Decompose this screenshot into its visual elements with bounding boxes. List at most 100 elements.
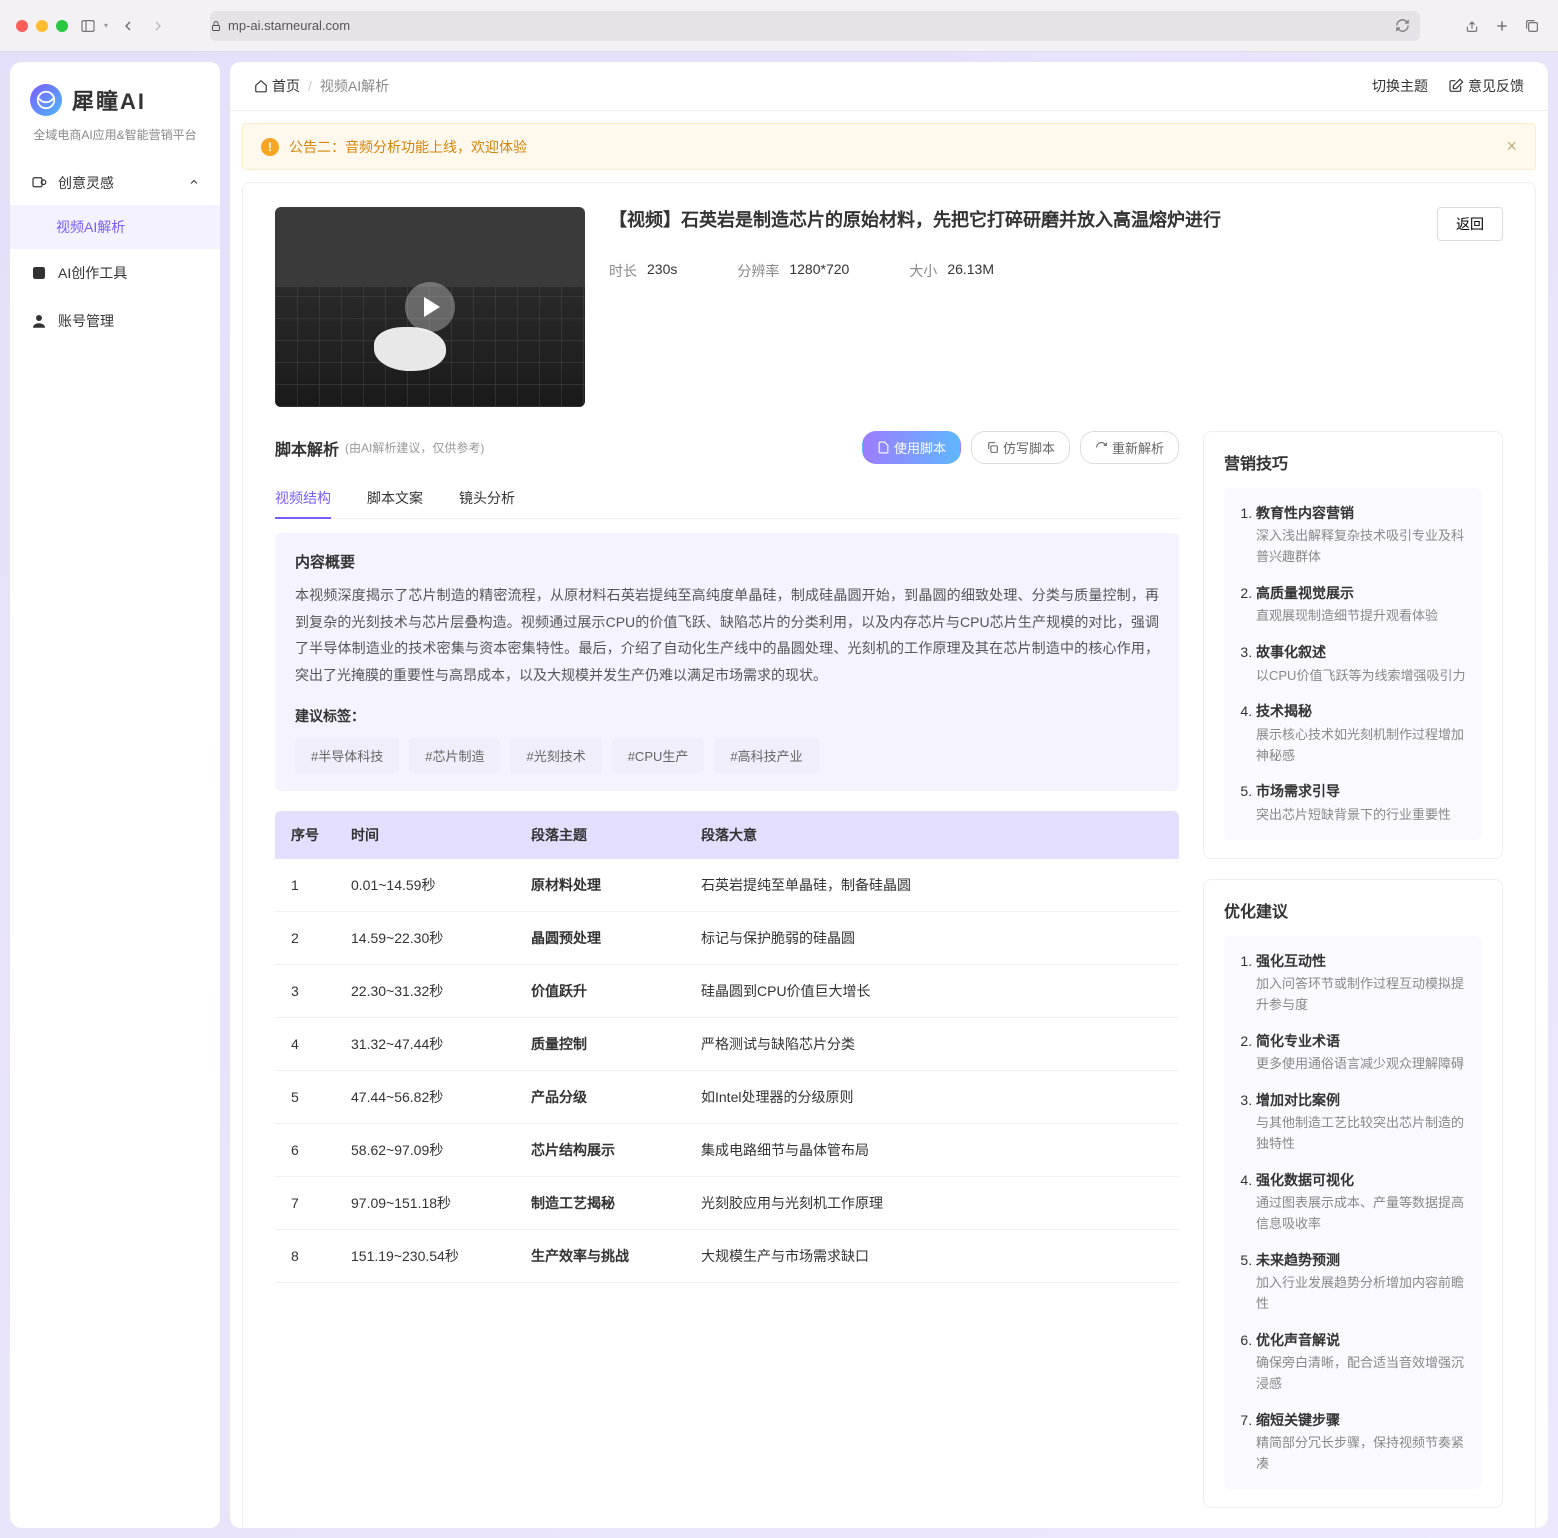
- brand-name: 犀瞳AI: [72, 84, 146, 116]
- video-header: 【视频】石英岩是制造芯片的原始材料，先把它打碎研磨并放入高温熔炉进行 返回 时长…: [275, 207, 1503, 407]
- nav-group-header-inspiration[interactable]: 创意灵感: [10, 161, 220, 205]
- breadcrumb: 首页 / 视频AI解析: [254, 76, 389, 96]
- theme-toggle[interactable]: 切换主题: [1372, 76, 1428, 96]
- table-row: 8151.19~230.54秒生产效率与挑战大规模生产与市场需求缺口: [275, 1230, 1179, 1283]
- copy-script-button[interactable]: 仿写脚本: [971, 431, 1070, 464]
- list-item: 高质量视觉展示直观展现制造细节提升观看体验: [1256, 582, 1468, 627]
- cell-topic: 原材料处理: [515, 859, 685, 912]
- cell-topic: 制造工艺揭秘: [515, 1177, 685, 1230]
- meta-resolution: 分辨率 1280*720: [737, 261, 849, 281]
- sidebar-toggle-icon[interactable]: [78, 16, 98, 36]
- overview-text: 本视频深度揭示了芯片制造的精密流程，从原材料石英岩提纯至高纯度单晶硅，制成硅晶圆…: [295, 582, 1159, 688]
- list-item-desc: 以CPU价值飞跃等为线索增强吸引力: [1256, 666, 1468, 687]
- list-item-desc: 确保旁白清晰，配合适当音效增强沉浸感: [1256, 1353, 1468, 1395]
- cell-index: 3: [275, 965, 335, 1018]
- share-icon[interactable]: [1462, 16, 1482, 36]
- sidebar-item-video-ai[interactable]: 视频AI解析: [10, 205, 220, 249]
- info-icon: !: [261, 138, 279, 156]
- breadcrumb-home[interactable]: 首页: [254, 76, 300, 96]
- edit-icon: [1448, 78, 1464, 94]
- tab-structure[interactable]: 视频结构: [275, 478, 331, 518]
- cell-index: 2: [275, 912, 335, 965]
- url-text: mp-ai.starneural.com: [228, 18, 350, 33]
- tag[interactable]: #高科技产业: [714, 738, 818, 773]
- list-item-title: 强化数据可视化: [1256, 1169, 1468, 1191]
- video-thumbnail[interactable]: [275, 207, 585, 407]
- marketing-list: 教育性内容营销深入浅出解释复杂技术吸引专业及科普兴趣群体高质量视觉展示直观展现制…: [1224, 488, 1482, 840]
- optimize-title: 优化建议: [1224, 898, 1482, 922]
- cell-topic: 生产效率与挑战: [515, 1230, 685, 1283]
- nav-forward-icon[interactable]: [148, 16, 168, 36]
- user-icon: [30, 312, 48, 330]
- list-item: 强化数据可视化通过图表展示成本、产量等数据提高信息吸收率: [1256, 1169, 1468, 1235]
- close-icon[interactable]: ×: [1506, 136, 1517, 157]
- list-item: 简化专业术语更多使用通俗语言减少观众理解障碍: [1256, 1030, 1468, 1075]
- th-desc: 段落大意: [685, 811, 1179, 859]
- url-bar[interactable]: mp-ai.starneural.com: [210, 11, 1420, 41]
- refresh-icon[interactable]: [1395, 18, 1410, 33]
- cell-index: 6: [275, 1124, 335, 1177]
- chevron-down-icon[interactable]: ▾: [104, 21, 108, 30]
- sidebar-item-label: AI创作工具: [58, 263, 127, 283]
- video-title: 【视频】石英岩是制造芯片的原始材料，先把它打碎研磨并放入高温熔炉进行: [609, 207, 1421, 234]
- breadcrumb-sep: /: [308, 78, 312, 94]
- window-maximize-icon[interactable]: [56, 20, 68, 32]
- list-item: 未来趋势预测加入行业发展趋势分析增加内容前瞻性: [1256, 1249, 1468, 1315]
- list-item-title: 市场需求引导: [1256, 780, 1468, 802]
- list-item-title: 故事化叙述: [1256, 641, 1468, 663]
- cell-desc: 石英岩提纯至单晶硅，制备硅晶圆: [685, 859, 1179, 912]
- play-icon[interactable]: [405, 282, 455, 332]
- cell-desc: 如Intel处理器的分级原则: [685, 1071, 1179, 1124]
- table-header-row: 序号 时间 段落主题 段落大意: [275, 811, 1179, 859]
- list-item-desc: 直观展现制造细节提升观看体验: [1256, 606, 1468, 627]
- cell-topic: 价值跃升: [515, 965, 685, 1018]
- video-info: 【视频】石英岩是制造芯片的原始材料，先把它打碎研磨并放入高温熔炉进行 返回 时长…: [609, 207, 1503, 407]
- tag[interactable]: #芯片制造: [409, 738, 500, 773]
- feedback-link[interactable]: 意见反馈: [1448, 76, 1524, 96]
- sidebar-item-account[interactable]: 账号管理: [10, 297, 220, 345]
- th-topic: 段落主题: [515, 811, 685, 859]
- window-minimize-icon[interactable]: [36, 20, 48, 32]
- use-script-button[interactable]: 使用脚本: [862, 431, 961, 464]
- nav-group-inspiration: 创意灵感 视频AI解析: [10, 161, 220, 249]
- tab-copy[interactable]: 脚本文案: [367, 478, 423, 518]
- table-row: 10.01~14.59秒原材料处理石英岩提纯至单晶硅，制备硅晶圆: [275, 859, 1179, 912]
- lock-icon: [210, 20, 222, 32]
- list-item-desc: 加入行业发展趋势分析增加内容前瞻性: [1256, 1273, 1468, 1315]
- table-row: 214.59~22.30秒晶圆预处理标记与保护脆弱的硅晶圆: [275, 912, 1179, 965]
- list-item-desc: 精简部分冗长步骤，保持视频节奏紧凑: [1256, 1433, 1468, 1475]
- new-tab-icon[interactable]: [1492, 16, 1512, 36]
- list-item-desc: 加入问答环节或制作过程互动模拟提升参与度: [1256, 974, 1468, 1016]
- tag[interactable]: #光刻技术: [510, 738, 601, 773]
- cell-time: 22.30~31.32秒: [335, 965, 515, 1018]
- breadcrumb-home-label: 首页: [272, 76, 300, 96]
- top-actions: 切换主题 意见反馈: [1372, 76, 1524, 96]
- list-item: 市场需求引导突出芯片短缺背景下的行业重要性: [1256, 780, 1468, 825]
- tags-list: #半导体科技 #芯片制造 #光刻技术 #CPU生产 #高科技产业: [295, 738, 1159, 773]
- sidebar-item-ai-tools[interactable]: AI创作工具: [10, 249, 220, 297]
- tag[interactable]: #CPU生产: [612, 738, 705, 773]
- th-index: 序号: [275, 811, 335, 859]
- cell-index: 8: [275, 1230, 335, 1283]
- brand-tagline: 全域电商AI应用&智能营销平台: [30, 126, 200, 143]
- left-column: 脚本解析 (由AI解析建议，仅供参考) 使用脚本 仿写脚: [275, 431, 1179, 1283]
- video-meta: 时长 230s 分辨率 1280*720 大小 26.13M: [609, 261, 1503, 281]
- optimize-card: 优化建议 强化互动性加入问答环节或制作过程互动模拟提升参与度简化专业术语更多使用…: [1203, 879, 1503, 1508]
- tab-shots[interactable]: 镜头分析: [459, 478, 515, 518]
- nav-back-icon[interactable]: [118, 16, 138, 36]
- back-button[interactable]: 返回: [1437, 207, 1503, 241]
- table-row: 431.32~47.44秒质量控制严格测试与缺陷芯片分类: [275, 1018, 1179, 1071]
- optimize-list: 强化互动性加入问答环节或制作过程互动模拟提升参与度简化专业术语更多使用通俗语言减…: [1224, 936, 1482, 1489]
- tools-icon: [30, 264, 48, 282]
- copy-icon: [986, 441, 999, 454]
- tag[interactable]: #半导体科技: [295, 738, 399, 773]
- tags-title: 建议标签：: [295, 706, 1159, 726]
- tabs-overview-icon[interactable]: [1522, 16, 1542, 36]
- list-item-title: 未来趋势预测: [1256, 1249, 1468, 1271]
- list-item-desc: 与其他制造工艺比较突出芯片制造的独特性: [1256, 1113, 1468, 1155]
- browser-chrome: ▾ mp-ai.starneural.com: [0, 0, 1558, 52]
- list-item-title: 缩短关键步骤: [1256, 1409, 1468, 1431]
- reparse-button[interactable]: 重新解析: [1080, 431, 1179, 464]
- list-item-desc: 突出芯片短缺背景下的行业重要性: [1256, 805, 1468, 826]
- window-close-icon[interactable]: [16, 20, 28, 32]
